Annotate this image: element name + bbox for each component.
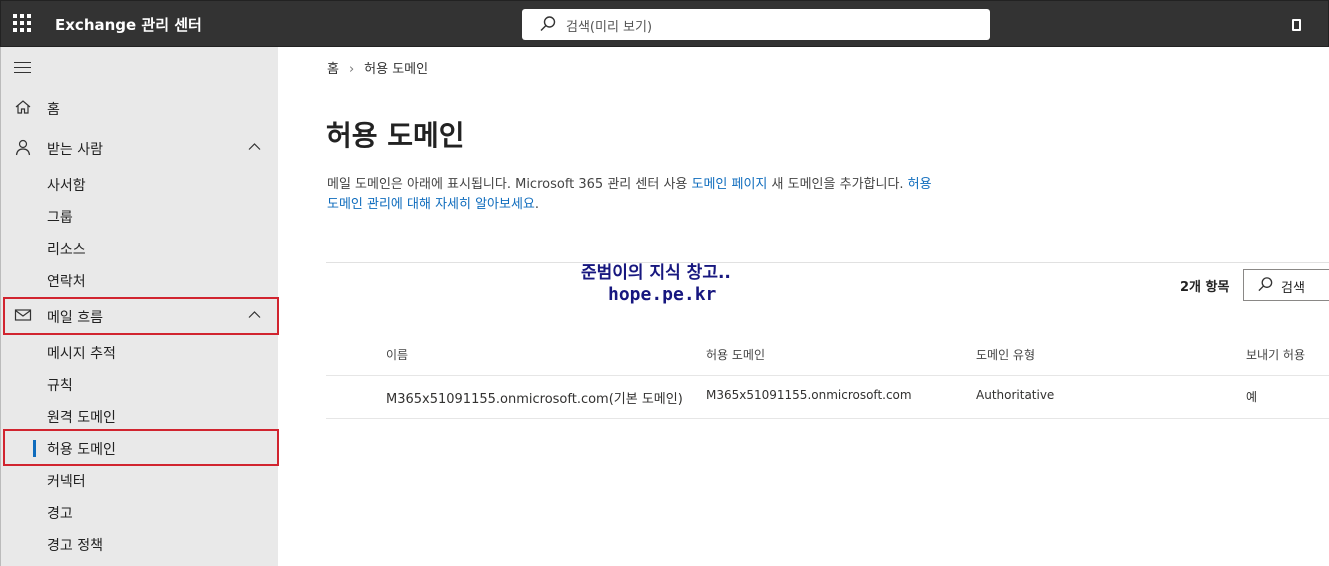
cell-name[interactable]: M365x51091155.onmicrosoft.com(기본 도메인) — [386, 388, 683, 407]
page-description: 메일 도메인은 아래에 표시됩니다. Microsoft 365 관리 센터 사… — [327, 175, 947, 215]
sidebar-item-label: 리소스 — [47, 242, 86, 258]
sidebar-item-label: 커넥터 — [47, 474, 86, 490]
hamburger-menu-icon[interactable] — [14, 62, 31, 73]
sidebar-nav: 홈 받는 사람 사서함 그룹 리소스 연락처 메일 흐름 메시지 추적 규칙 원… — [0, 47, 279, 566]
breadcrumb: 홈 › 허용 도메인 — [327, 58, 428, 77]
watermark-url: hope.pe.kr — [608, 284, 717, 305]
domains-page-link[interactable]: 도메인 페이지 — [692, 177, 768, 192]
column-header-domain-type[interactable]: 도메인 유형 — [976, 346, 1035, 363]
list-search-button[interactable]: 검색 — [1243, 269, 1329, 301]
sidebar-item-alert-policies[interactable]: 경고 정책 — [1, 527, 279, 559]
sidebar-item-remote-domains[interactable]: 원격 도메인 — [1, 399, 279, 431]
divider — [326, 418, 1329, 419]
app-launcher-icon[interactable] — [13, 14, 31, 32]
divider — [326, 262, 1329, 263]
search-placeholder: 검색(미리 보기) — [566, 20, 653, 35]
sidebar-item-label: 받는 사람 — [47, 142, 103, 158]
cell-domain-type: Authoritative — [976, 388, 1055, 402]
highlight-box — [3, 429, 279, 466]
sidebar-item-label: 원격 도메인 — [47, 410, 116, 426]
column-header-allow-send[interactable]: 보내기 허용 — [1246, 346, 1305, 363]
watermark-text: 준범이의 지식 창고.. — [581, 263, 731, 283]
sidebar-item-label: 경고 — [47, 506, 73, 522]
search-icon — [1258, 277, 1273, 292]
sidebar-item-home[interactable]: 홈 — [1, 91, 279, 123]
sidebar-item-label: 규칙 — [47, 378, 73, 394]
sidebar-item-label: 그룹 — [47, 210, 73, 226]
sidebar-item-mailboxes[interactable]: 사서함 — [1, 167, 279, 199]
device-icon[interactable] — [1292, 19, 1301, 31]
breadcrumb-home-link[interactable]: 홈 — [327, 62, 339, 77]
breadcrumb-current: 허용 도메인 — [364, 62, 429, 77]
search-button-label: 검색 — [1281, 281, 1305, 296]
sidebar-item-resources[interactable]: 리소스 — [1, 231, 279, 263]
divider — [326, 375, 1329, 376]
sidebar-item-groups[interactable]: 그룹 — [1, 199, 279, 231]
cell-accepted-domain: M365x51091155.onmicrosoft.com — [706, 388, 912, 402]
description-text: . — [534, 197, 540, 212]
app-title[interactable]: Exchange 관리 센터 — [55, 14, 202, 35]
sidebar-item-contacts[interactable]: 연락처 — [1, 263, 279, 295]
description-text: 새 도메인을 추가합니다. — [767, 177, 908, 192]
page-title: 허용 도메인 — [326, 119, 465, 152]
chevron-right-icon: › — [348, 62, 355, 77]
sidebar-item-label: 사서함 — [47, 178, 86, 194]
sidebar-item-label: 연락처 — [47, 274, 86, 290]
global-search-input[interactable]: 검색(미리 보기) — [522, 9, 990, 40]
search-icon — [540, 16, 556, 31]
item-count: 2개 항목 — [1180, 280, 1230, 295]
sidebar-item-rules[interactable]: 규칙 — [1, 367, 279, 399]
chevron-up-icon[interactable] — [248, 142, 261, 151]
sidebar-item-recipients[interactable]: 받는 사람 — [1, 131, 279, 163]
home-icon — [15, 100, 31, 114]
column-header-name[interactable]: 이름 — [386, 346, 408, 363]
sidebar-item-label: 메시지 추적 — [47, 346, 116, 362]
highlight-box — [3, 297, 279, 335]
top-bar: Exchange 관리 센터 검색(미리 보기) — [0, 0, 1329, 47]
sidebar-item-connectors[interactable]: 커넥터 — [1, 463, 279, 495]
cell-allow-send: 예 — [1246, 390, 1258, 404]
person-icon — [15, 139, 31, 156]
column-header-accepted-domain[interactable]: 허용 도메인 — [706, 346, 765, 363]
sidebar-item-label: 경고 정책 — [47, 538, 103, 554]
sidebar-item-message-trace[interactable]: 메시지 추적 — [1, 335, 279, 367]
sidebar-item-alerts[interactable]: 경고 — [1, 495, 279, 527]
description-text: 메일 도메인은 아래에 표시됩니다. Microsoft 365 관리 센터 사… — [327, 177, 692, 192]
sidebar-item-label: 홈 — [47, 102, 60, 118]
